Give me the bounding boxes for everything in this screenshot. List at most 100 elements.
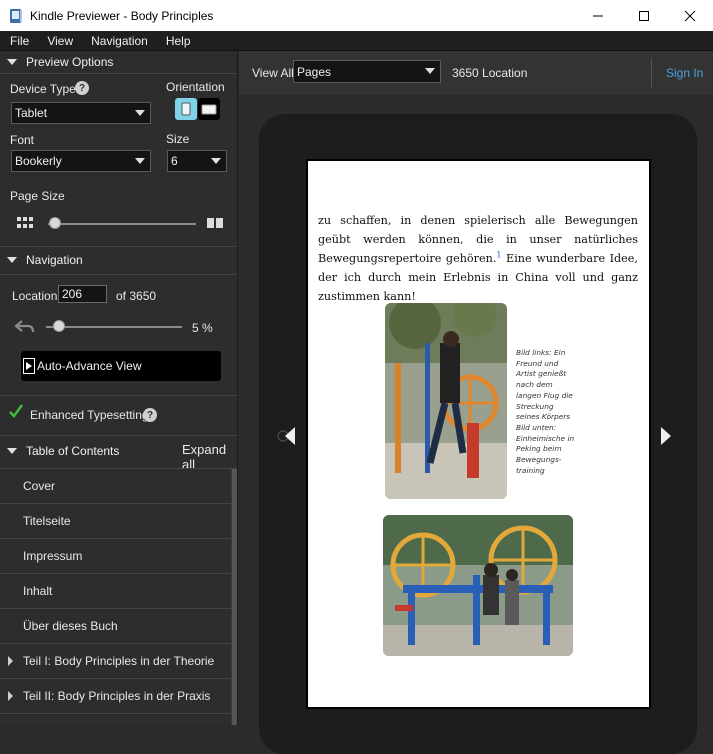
menu-navigation[interactable]: Navigation [81, 34, 156, 48]
toc-scrollbar-thumb[interactable] [232, 469, 237, 725]
chevron-down-icon [425, 68, 435, 74]
chevron-left-icon [277, 427, 295, 445]
photo-caption: Bild links: Ein Freund und Artist genieß… [516, 348, 575, 475]
toc-item-label: Teil I: Body Principles in der Theorie [23, 654, 215, 668]
location-total: of 3650 [116, 289, 157, 303]
device-type-select[interactable]: Tablet [11, 102, 151, 124]
toc-item-label: Teil II: Body Principles in der Praxis [23, 689, 211, 703]
toc-scrollbar[interactable] [231, 469, 237, 725]
sidebar: Preview Options Device Type ? Orientatio… [0, 51, 238, 725]
landscape-icon [201, 104, 217, 114]
previous-page-button[interactable] [275, 421, 305, 451]
location-label: Location [12, 289, 58, 303]
location-value: 206 [62, 287, 83, 301]
divider [0, 435, 237, 436]
page-size-slider-track[interactable] [48, 223, 196, 225]
toc-item-label: Impressum [23, 549, 83, 563]
checkmark-icon [9, 404, 23, 418]
location-slider-track[interactable] [46, 326, 182, 328]
collapse-caret-icon [7, 256, 17, 263]
help-icon[interactable]: ? [75, 81, 89, 95]
font-select[interactable]: Bookerly [11, 150, 151, 172]
navigation-header[interactable]: Navigation [0, 249, 237, 270]
close-button[interactable] [667, 0, 713, 31]
orientation-label: Orientation [166, 80, 225, 94]
photo-bottom [383, 515, 573, 656]
orientation-portrait-button[interactable] [175, 98, 197, 120]
orientation-landscape-button[interactable] [198, 98, 220, 120]
minimize-button[interactable] [575, 0, 621, 31]
view-mode-value: Pages [297, 64, 332, 79]
toc-item-label: Über dieses Buch [23, 619, 118, 633]
help-icon[interactable]: ? [143, 408, 157, 422]
auto-advance-label: Auto-Advance View [37, 359, 142, 373]
toc-item-teil-2[interactable]: Teil II: Body Principles in der Praxis [0, 679, 231, 714]
view-all-label: View All [252, 66, 294, 80]
menu-file[interactable]: File [0, 34, 37, 48]
enhanced-typesetting-label: Enhanced Typesetting [30, 408, 149, 422]
toc-title: Table of Contents [26, 443, 120, 458]
preview-toolbar: View All Pages 3650 Location Sign In [239, 51, 713, 95]
size-select[interactable]: 6 [167, 150, 227, 172]
progress-percent: 5 % [192, 321, 213, 335]
page-size-slider-thumb[interactable] [49, 217, 61, 229]
collapse-caret-icon [7, 447, 17, 454]
size-label: Size [166, 132, 190, 146]
toc-item-inhalt[interactable]: Inhalt [0, 574, 231, 609]
toc-item-teil-1[interactable]: Teil I: Body Principles in der Theorie [0, 644, 231, 679]
device-type-label: Device Type [10, 82, 76, 96]
back-arrow-icon[interactable] [14, 319, 36, 335]
location-input[interactable]: 206 [58, 285, 107, 303]
divider [651, 59, 652, 87]
page-paragraph: zu schaffen, in denen spielerisch alle B… [318, 211, 638, 306]
next-page-button[interactable] [655, 421, 685, 451]
view-mode-select[interactable]: Pages [293, 60, 441, 83]
sign-in-link[interactable]: Sign In [666, 66, 703, 80]
window-title: Kindle Previewer - Body Principles [30, 8, 214, 23]
font-value: Bookerly [15, 154, 62, 168]
location-slider-thumb[interactable] [52, 320, 65, 332]
device-type-value: Tablet [15, 106, 48, 120]
small-pages-icon[interactable] [17, 217, 35, 229]
expand-arrow-icon[interactable] [8, 691, 13, 701]
book-page: zu schaffen, in denen spielerisch alle B… [306, 159, 651, 709]
close-icon [684, 10, 696, 21]
expand-arrow-icon[interactable] [8, 656, 13, 666]
size-value: 6 [171, 154, 178, 168]
divider [0, 395, 237, 396]
play-icon [23, 358, 35, 374]
large-pages-icon[interactable] [207, 217, 225, 229]
page-size-label: Page Size [10, 189, 65, 203]
menu-help[interactable]: Help [156, 34, 199, 48]
font-label: Font [10, 133, 35, 147]
photo-left-image [385, 303, 507, 499]
chevron-right-icon [661, 427, 671, 445]
minimize-icon [593, 15, 603, 16]
maximize-button[interactable] [621, 0, 667, 31]
toc-item-impressum[interactable]: Impressum [0, 539, 231, 574]
divider [0, 274, 237, 275]
menu-bar: File View Navigation Help [0, 31, 713, 51]
chevron-down-icon [211, 158, 221, 164]
collapse-caret-icon [7, 58, 17, 65]
photo-left [385, 303, 507, 499]
preview-options-header[interactable]: Preview Options [0, 51, 237, 72]
toc-item-label: Cover [23, 479, 56, 493]
divider [0, 246, 237, 247]
maximize-icon [639, 10, 649, 21]
auto-advance-button[interactable]: Auto-Advance View [21, 351, 221, 381]
toc-item-label: Titelseite [23, 514, 71, 528]
toc-item-ueber-dieses-buch[interactable]: Über dieses Buch [0, 609, 231, 644]
divider [0, 73, 237, 74]
photo-bottom-image [383, 515, 573, 656]
portrait-icon [181, 102, 191, 116]
toc-item-titelseite[interactable]: Titelseite [0, 504, 231, 539]
location-readout: 3650 Location [452, 66, 528, 80]
title-bar: Kindle Previewer - Body Principles [0, 0, 713, 31]
toc-item-cover[interactable]: Cover [0, 469, 231, 504]
navigation-title: Navigation [26, 252, 83, 267]
toc-item-label: Inhalt [23, 584, 53, 598]
menu-view[interactable]: View [37, 34, 81, 48]
preview-area: View All Pages 3650 Location Sign In zu … [239, 51, 713, 754]
chevron-down-icon [135, 110, 145, 116]
